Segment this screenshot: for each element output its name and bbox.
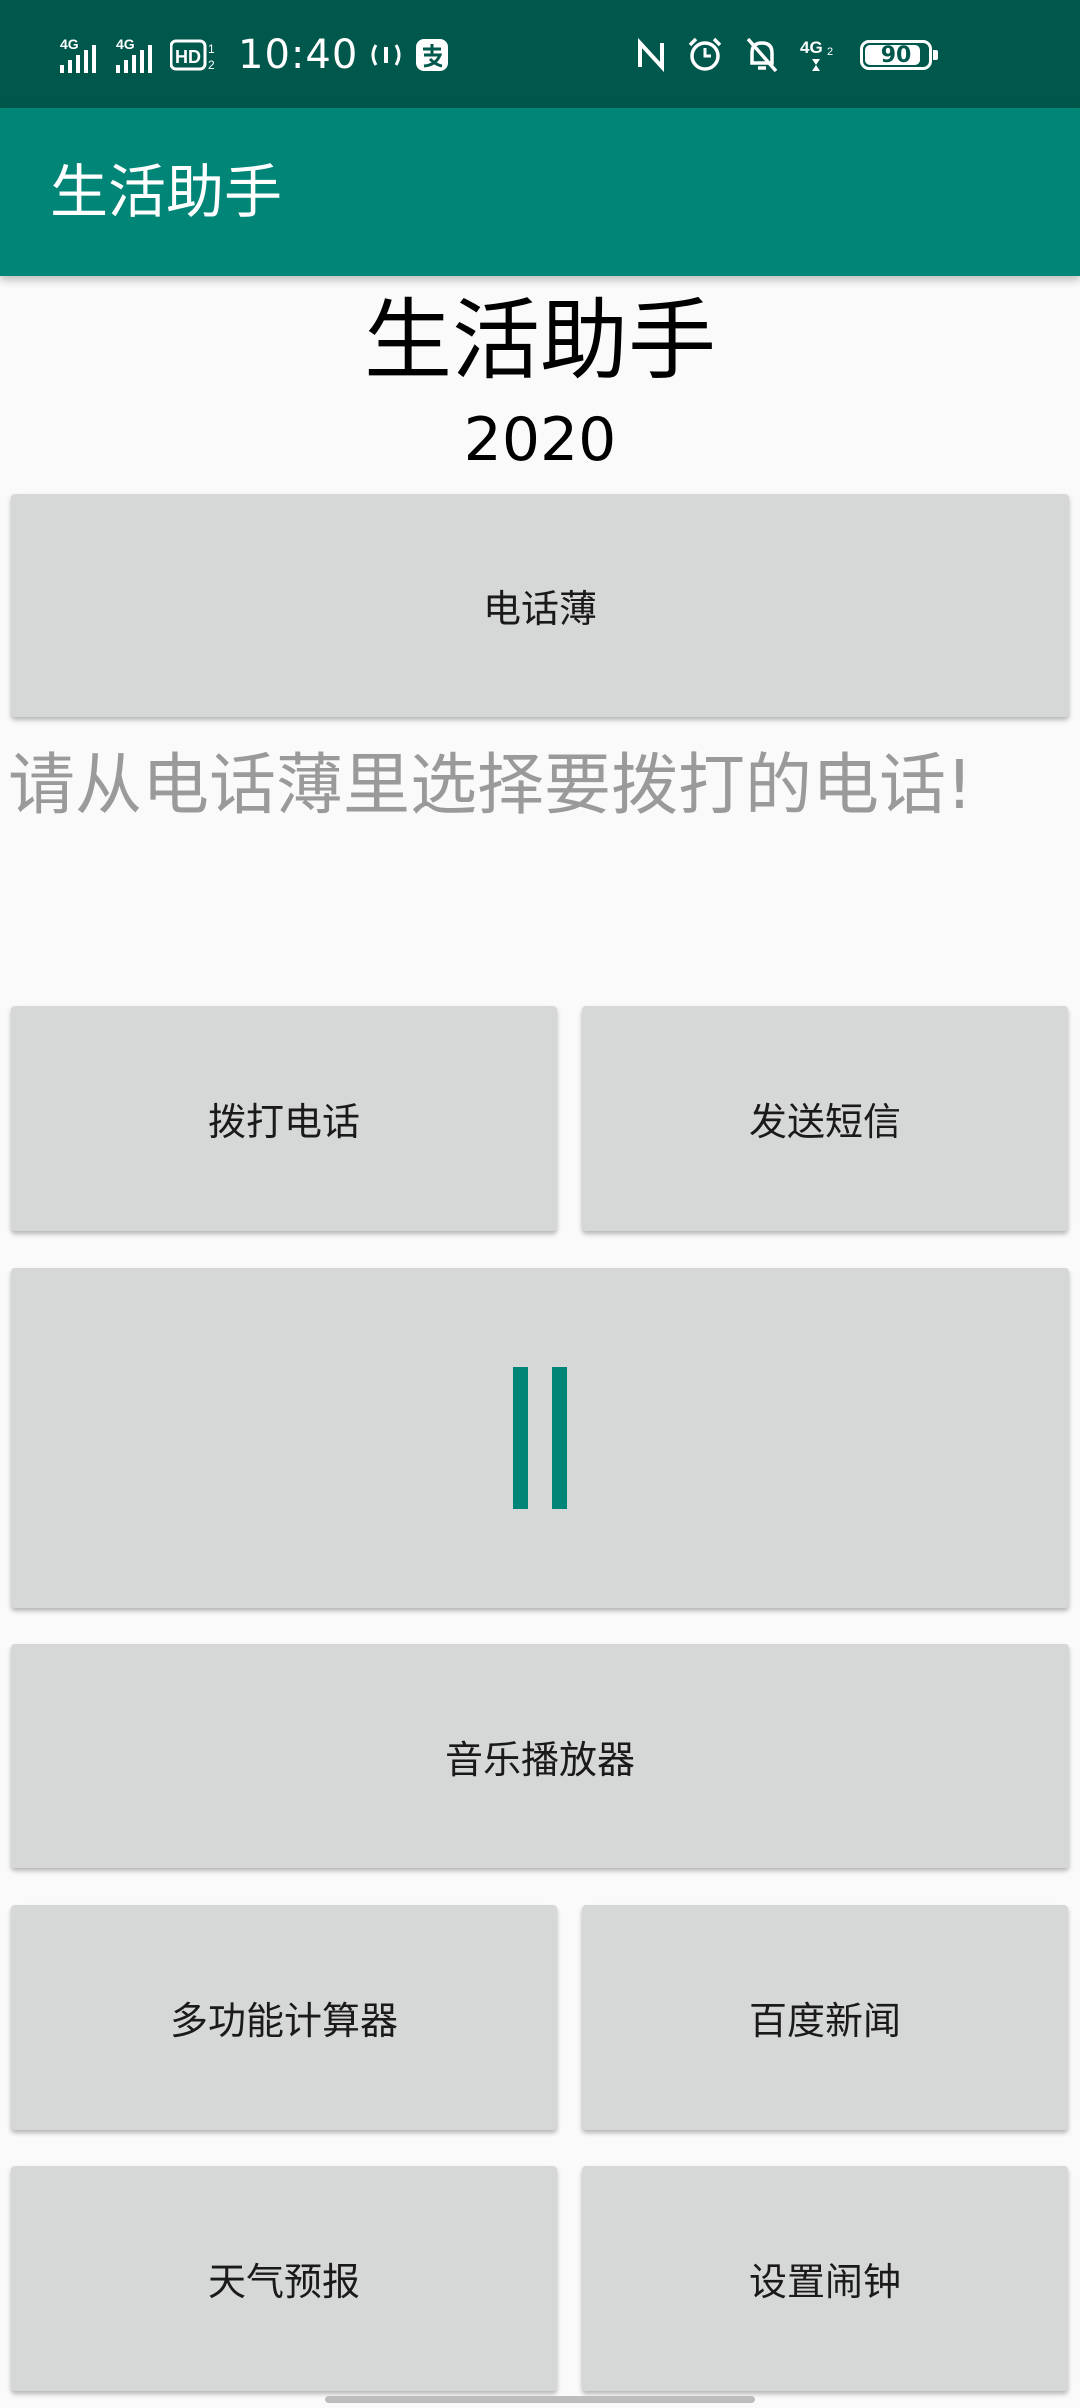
weather-button-label: 天气预报: [207, 2260, 360, 2304]
bell-off-icon: [744, 35, 780, 75]
svg-text:2: 2: [208, 58, 215, 72]
mobile-data-icon: 4G 2: [800, 35, 840, 75]
battery-level: 90: [880, 42, 912, 68]
app-bar-title: 生活助手: [50, 158, 283, 226]
nfc-icon: [636, 35, 666, 75]
battery-icon: 90: [860, 40, 938, 70]
hotspot-icon: [368, 35, 404, 75]
hd-label: HD: [175, 47, 201, 67]
news-button-label: 百度新闻: [748, 1999, 901, 2043]
svg-text:1: 1: [208, 42, 215, 56]
clock: 10:40: [238, 32, 359, 78]
hd-icon: HD 1 2: [170, 35, 220, 75]
music-player-button-label: 音乐播放器: [444, 1737, 635, 1782]
contacts-button[interactable]: 电话薄: [11, 494, 1069, 717]
dial-button[interactable]: 拨打电话: [11, 1006, 557, 1231]
pause-icon: [513, 1367, 567, 1509]
alarm-clock-icon: [686, 35, 724, 75]
status-right: 4G 2 90: [636, 30, 938, 80]
sms-button[interactable]: 发送短信: [582, 1006, 1068, 1231]
home-indicator[interactable]: [325, 2396, 755, 2403]
sms-button-label: 发送短信: [748, 1100, 901, 1144]
signal1-label: 4G: [60, 36, 79, 52]
calculator-button[interactable]: 多功能计算器: [11, 1905, 557, 2130]
dial-button-label: 拨打电话: [207, 1100, 360, 1144]
alarm-button[interactable]: 设置闹钟: [582, 2166, 1068, 2391]
alipay-icon: [414, 35, 450, 75]
signal-icon: 4G: [58, 35, 104, 75]
page-year: 2020: [463, 405, 617, 475]
signal-icon: 4G: [114, 35, 160, 75]
hint-text: 请从电话薄里选择要拨打的电话!: [8, 746, 973, 824]
net-label: 4G: [800, 38, 823, 57]
weather-button[interactable]: 天气预报: [11, 2166, 557, 2391]
status-left: 4G 4G HD 1 2 10:40: [58, 30, 450, 80]
svg-text:2: 2: [827, 46, 833, 58]
contacts-button-label: 电话薄: [482, 587, 597, 631]
status-bar: 4G 4G HD 1 2 10:40 4G 2 90: [0, 0, 1080, 108]
signal2-label: 4G: [116, 36, 135, 52]
music-player-button[interactable]: 音乐播放器: [11, 1644, 1069, 1868]
pause-button[interactable]: [11, 1268, 1069, 1608]
page-title: 生活助手: [363, 289, 716, 392]
alarm-button-label: 设置闹钟: [748, 2260, 901, 2304]
app-bar: 生活助手: [0, 108, 1080, 276]
calculator-button-label: 多功能计算器: [169, 1999, 398, 2043]
news-button[interactable]: 百度新闻: [582, 1905, 1068, 2130]
